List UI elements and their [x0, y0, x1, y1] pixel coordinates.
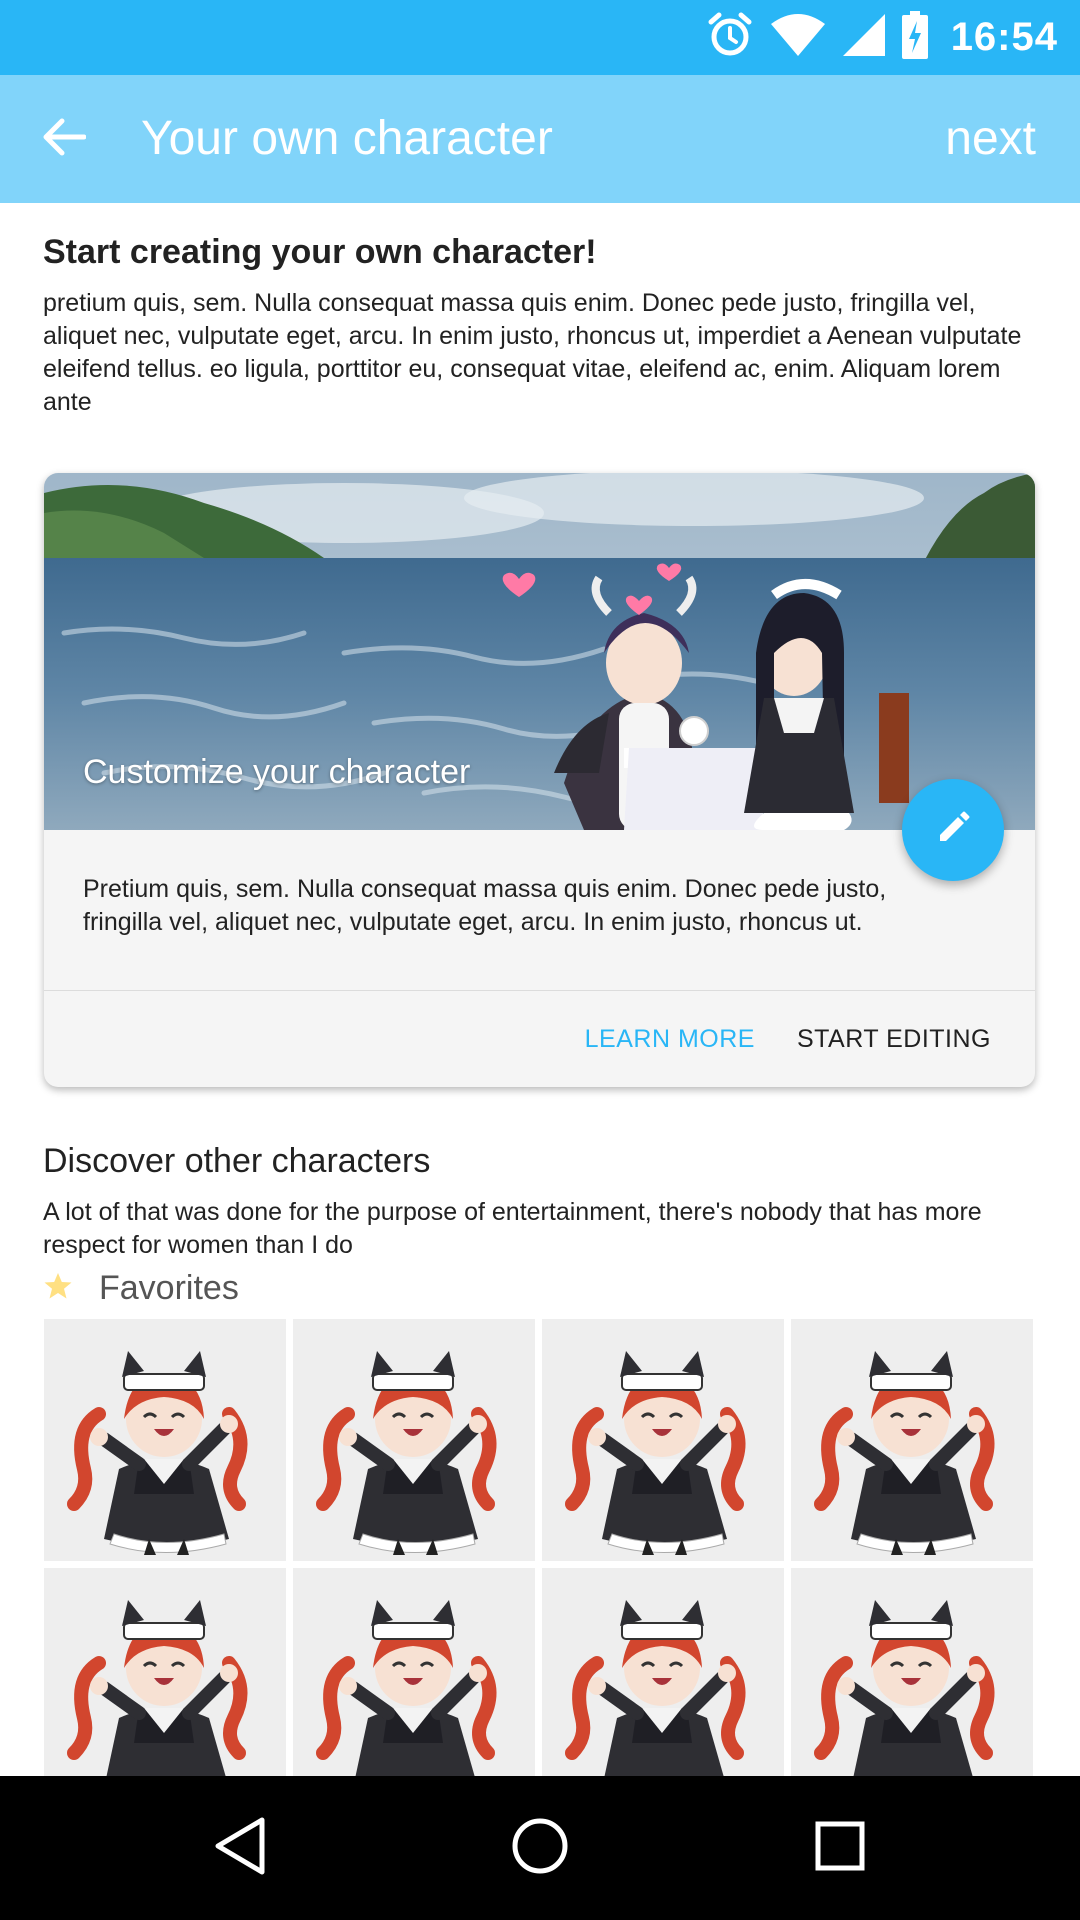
learn-more-button[interactable]: LEARN MORE — [585, 1025, 755, 1054]
recents-square-icon — [814, 1820, 866, 1877]
start-editing-button[interactable]: START EDITING — [797, 1025, 991, 1054]
character-thumbnail — [814, 1600, 995, 1776]
character-thumbnail — [565, 1351, 746, 1555]
favorite-tile[interactable] — [293, 1568, 535, 1776]
favorite-tile[interactable] — [44, 1568, 286, 1776]
customize-card: Customize your character Pretium quis, s… — [44, 473, 1035, 1087]
arrow-back-icon — [42, 117, 87, 162]
edit-fab-button[interactable] — [902, 779, 1004, 881]
nav-back-button[interactable] — [204, 1812, 276, 1884]
signal-icon — [841, 12, 887, 63]
wifi-icon — [769, 12, 827, 63]
discover-heading: Discover other characters — [43, 1142, 431, 1180]
favorite-tile[interactable] — [44, 1319, 286, 1561]
card-body-text: Pretium quis, sem. Nulla consequat massa… — [83, 875, 887, 936]
character-thumbnail — [316, 1351, 497, 1555]
navigation-bar — [0, 1776, 1080, 1920]
status-time: 16:54 — [950, 15, 1058, 59]
favorite-tile[interactable] — [542, 1568, 784, 1776]
character-thumbnail — [67, 1600, 248, 1776]
home-circle-icon — [511, 1817, 569, 1880]
back-triangle-icon — [212, 1816, 268, 1881]
character-thumbnail — [67, 1351, 248, 1555]
favorite-tile[interactable] — [542, 1319, 784, 1561]
character-thumbnail — [565, 1600, 746, 1776]
alarm-icon — [705, 10, 755, 65]
favorite-tile[interactable] — [293, 1319, 535, 1561]
app-bar: Your own character next — [0, 75, 1080, 203]
discover-text: A lot of that was done for the purpose o… — [43, 1198, 982, 1259]
status-bar: 16:54 — [0, 0, 1080, 75]
favorite-tile[interactable] — [791, 1319, 1033, 1561]
star-icon — [43, 1271, 73, 1306]
intro-text: pretium quis, sem. Nulla consequat massa… — [43, 289, 1022, 416]
battery-charging-icon — [901, 11, 929, 64]
card-title: Customize your character — [83, 753, 471, 791]
next-button[interactable]: next — [945, 75, 1036, 203]
favorites-label: Favorites — [99, 1268, 239, 1307]
character-thumbnail — [814, 1351, 995, 1555]
intro-heading: Start creating your own character! — [43, 233, 597, 271]
back-button[interactable] — [28, 103, 100, 175]
favorite-tile[interactable] — [791, 1568, 1033, 1776]
character-thumbnail — [316, 1600, 497, 1776]
status-icons: 16:54 — [705, 0, 1058, 75]
page-title: Your own character — [141, 112, 553, 165]
main-content[interactable]: Start creating your own character! preti… — [0, 203, 1080, 1776]
card-actions: LEARN MORE START EDITING — [585, 991, 991, 1087]
nav-home-button[interactable] — [504, 1812, 576, 1884]
edit-pencil-icon — [936, 811, 970, 850]
nav-recents-button[interactable] — [804, 1812, 876, 1884]
favorites-header: Favorites — [43, 1263, 239, 1313]
favorites-grid — [44, 1319, 1036, 1776]
